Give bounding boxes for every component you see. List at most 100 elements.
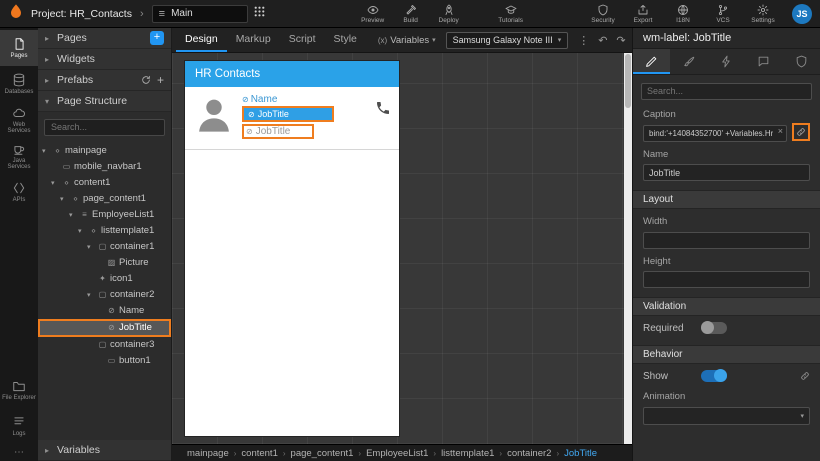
tab-styles[interactable]	[670, 49, 707, 74]
tree-item-listtemplate1[interactable]: ▾ ‹› listtemplate1	[38, 223, 171, 239]
section-prefabs-label: Prefabs	[57, 74, 94, 86]
expander-icon[interactable]: ▾	[87, 291, 94, 299]
tree-item-button1[interactable]: ▭ button1	[38, 353, 171, 369]
show-toggle[interactable]	[701, 369, 727, 382]
tree-item-container1[interactable]: ▾ ▢ container1	[38, 239, 171, 255]
preview-button[interactable]: Preview	[354, 4, 392, 24]
tree-item-mobile-navbar1[interactable]: ▭ mobile_navbar1	[38, 159, 171, 175]
refresh-icon[interactable]	[141, 75, 151, 85]
tab-properties[interactable]	[633, 49, 671, 74]
breadcrumb-item[interactable]: container2	[507, 448, 551, 459]
more-options-icon[interactable]: ⋯	[0, 444, 38, 461]
tutorials-button[interactable]: Tutorials	[492, 4, 530, 24]
security-button[interactable]: Security	[584, 4, 622, 24]
rail-item-pages[interactable]: Pages	[0, 30, 38, 66]
settings-button[interactable]: Settings	[744, 4, 782, 24]
expander-icon[interactable]: ▾	[78, 227, 85, 235]
breadcrumb-item[interactable]: EmployeeList1	[366, 448, 428, 459]
expander-icon[interactable]: ▾	[42, 147, 49, 155]
apps-grid-icon[interactable]	[253, 5, 266, 23]
person-silhouette-icon[interactable]	[193, 94, 235, 141]
caption-input[interactable]	[643, 124, 787, 142]
undo-icon[interactable]: ↶	[598, 34, 607, 47]
tree-item-icon1[interactable]: ✦ icon1	[38, 271, 171, 287]
more-menu-icon[interactable]: ⋮	[578, 34, 589, 47]
tab-security[interactable]	[783, 49, 820, 74]
tab-events[interactable]	[708, 49, 745, 74]
section-prefabs[interactable]: ▸ Prefabs +	[38, 70, 171, 91]
section-widgets[interactable]: ▸ Widgets	[38, 49, 171, 70]
tree-item-jobtitle[interactable]: ⊘ JobTitle	[38, 318, 171, 337]
add-prefab-button[interactable]: +	[157, 73, 164, 87]
variables-dropdown[interactable]: (x) Variables ▾	[378, 35, 436, 46]
canvas-scrollbar[interactable]	[624, 53, 632, 444]
rail-item-databases[interactable]: Databases	[0, 66, 38, 102]
jobtitle-widget-caption[interactable]: ⊘ JobTitle	[244, 126, 312, 137]
tree-item-container3[interactable]: ▢ container3	[38, 337, 171, 353]
tree-item-picture[interactable]: ▨ Picture	[38, 255, 171, 271]
phone-handset-icon[interactable]	[375, 100, 391, 121]
tree-item-mainpage[interactable]: ▾ ‹› mainpage	[38, 143, 171, 159]
button-icon: ▭	[107, 356, 116, 365]
width-input[interactable]	[643, 231, 810, 249]
vcs-button[interactable]: VCS	[704, 4, 742, 24]
clear-icon[interactable]: ×	[778, 126, 783, 136]
i18n-button[interactable]: I18N	[664, 4, 702, 24]
expander-icon[interactable]: ▾	[69, 211, 76, 219]
breadcrumb-item[interactable]: mainpage	[187, 448, 229, 459]
tab-script[interactable]: Script	[280, 28, 325, 52]
page-selector[interactable]: ≡ Main	[151, 4, 248, 23]
tab-messages[interactable]	[745, 49, 782, 74]
height-input[interactable]	[643, 271, 810, 288]
add-page-button[interactable]: +	[150, 31, 164, 45]
tag-icon: ⊘	[108, 306, 115, 315]
device-selector[interactable]: Samsung Galaxy Note III ▾	[445, 31, 569, 49]
tree-item-employeelist1[interactable]: ▾ ≡ EmployeeList1	[38, 207, 171, 223]
section-pages[interactable]: ▸ Pages +	[38, 28, 171, 49]
name-input[interactable]	[643, 164, 810, 181]
user-avatar[interactable]: JS	[792, 3, 812, 24]
breadcrumb-item-active[interactable]: JobTitle	[564, 448, 597, 459]
list-item[interactable]: ⊘ Name ⊘ JobTitle ⊘ JobTitle	[185, 87, 399, 150]
tree-item-container2[interactable]: ▾ ▢ container2	[38, 287, 171, 303]
breadcrumb-item[interactable]: content1	[241, 448, 277, 459]
chain-link-icon	[796, 127, 806, 137]
expander-icon[interactable]: ▾	[60, 195, 67, 203]
required-toggle[interactable]	[701, 321, 727, 334]
tree-item-page-content1[interactable]: ▾ ‹› page_content1	[38, 191, 171, 207]
tab-markup[interactable]: Markup	[227, 28, 280, 52]
rail-item-java-services[interactable]: Java Services	[0, 138, 38, 174]
animation-select[interactable]: ▾	[643, 407, 810, 425]
breadcrumb-item[interactable]: page_content1	[291, 448, 354, 459]
expander-icon[interactable]: ▾	[87, 243, 94, 251]
rail-item-file-explorer[interactable]: File Explorer	[0, 372, 38, 408]
redo-icon[interactable]: ↷	[616, 34, 625, 47]
wavemaker-logo[interactable]	[8, 3, 24, 24]
build-label: Build	[403, 16, 418, 24]
section-variables[interactable]: ▸ Variables	[38, 440, 171, 461]
star-icon: ✦	[99, 274, 106, 283]
expander-icon[interactable]: ▾	[51, 179, 58, 187]
properties-search-input[interactable]	[641, 82, 812, 100]
name-widget[interactable]: ⊘ Name	[242, 94, 334, 105]
design-canvas[interactable]: HR Contacts ⊘ Name ⊘ JobTitle ⊘ JobTitle	[172, 53, 632, 444]
build-button[interactable]: Build	[392, 4, 430, 24]
chain-link-icon[interactable]	[800, 371, 810, 381]
pages-file-icon	[12, 37, 26, 51]
rail-item-web-services[interactable]: Web Services	[0, 102, 38, 138]
rail-item-apis[interactable]: APIs	[0, 174, 38, 210]
jobtitle-widget-selected[interactable]: ⊘ JobTitle	[244, 108, 332, 120]
tab-design[interactable]: Design	[176, 28, 227, 52]
rail-item-logs[interactable]: Logs	[0, 408, 38, 444]
breadcrumb-item[interactable]: listtemplate1	[441, 448, 494, 459]
deploy-button[interactable]: Deploy	[430, 4, 468, 24]
tab-style[interactable]: Style	[325, 28, 366, 52]
export-button[interactable]: Export	[624, 4, 662, 24]
bind-link-button[interactable]	[792, 123, 810, 141]
section-page-structure[interactable]: ▾ Page Structure	[38, 91, 171, 112]
structure-search-input[interactable]	[44, 118, 165, 136]
scrollbar-thumb[interactable]	[625, 54, 631, 108]
tree-item-name[interactable]: ⊘ Name	[38, 303, 171, 319]
tree-item-content1[interactable]: ▾ ‹› content1	[38, 175, 171, 191]
chevron-down-icon: ▾	[45, 96, 50, 106]
